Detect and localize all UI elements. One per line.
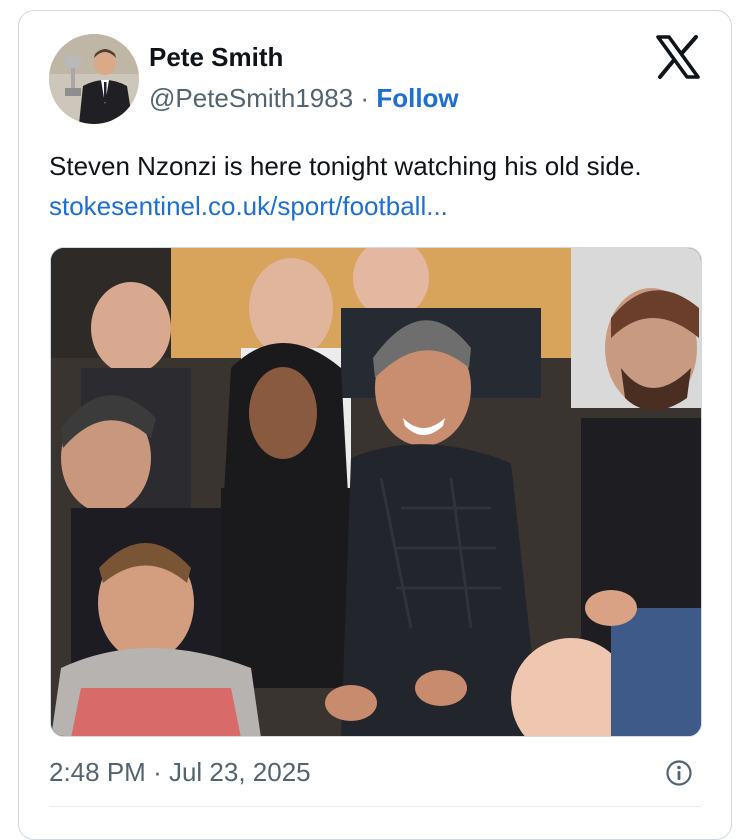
- info-icon[interactable]: [665, 759, 693, 787]
- card-divider: [49, 806, 701, 807]
- tweet-time: 2:48 PM: [49, 757, 146, 787]
- author-name[interactable]: Pete Smith: [149, 42, 283, 73]
- crowd-photo: [51, 248, 701, 736]
- tweet-link[interactable]: stokesentinel.co.uk/sport/football...: [49, 191, 448, 221]
- avatar-image: [49, 34, 139, 124]
- author-handle-row: @PeteSmith1983 · Follow: [149, 83, 459, 114]
- handle-separator: ·: [360, 83, 370, 113]
- meta-separator: ·: [153, 757, 162, 787]
- tweet-photo[interactable]: [50, 247, 702, 737]
- tweet-body: Steven Nzonzi is here tonight watching h…: [49, 146, 689, 226]
- author-handle[interactable]: @PeteSmith1983: [149, 83, 353, 113]
- tweet-card: Pete Smith @PeteSmith1983 · Follow Steve…: [18, 10, 732, 840]
- tweet-text: Steven Nzonzi is here tonight watching h…: [49, 151, 642, 181]
- tweet-date: Jul 23, 2025: [168, 757, 311, 787]
- author-avatar[interactable]: [49, 34, 139, 124]
- x-logo-icon[interactable]: [655, 35, 701, 79]
- follow-button[interactable]: Follow: [376, 83, 458, 113]
- tweet-timestamp[interactable]: 2:48 PM · Jul 23, 2025: [49, 757, 311, 788]
